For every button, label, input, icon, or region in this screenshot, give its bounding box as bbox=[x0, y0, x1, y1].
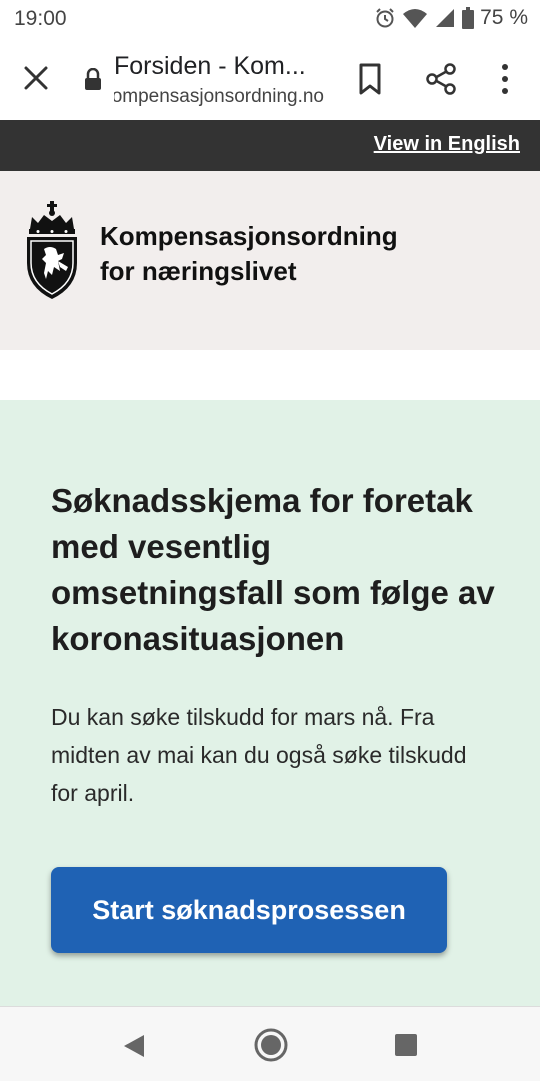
more-vert-icon[interactable] bbox=[494, 62, 516, 96]
home-icon[interactable] bbox=[253, 1027, 289, 1063]
site-name-line2: for næringslivet bbox=[100, 256, 297, 286]
close-icon[interactable] bbox=[20, 62, 52, 94]
site-header: Kompensasjonsordning for næringslivet bbox=[0, 171, 540, 350]
hero-title: Søknadsskjema for foretak med vesentlig … bbox=[51, 482, 495, 657]
status-bar: 19:00 75 % bbox=[0, 0, 540, 38]
lock-icon bbox=[85, 68, 101, 90]
site-name-line1: Kompensasjonsordning bbox=[100, 221, 398, 251]
hero-section: Søknadsskjema for foretak med vesentlig … bbox=[0, 400, 540, 1006]
hero-description: Du kan søke tilskudd for mars nå. Fra mi… bbox=[51, 704, 467, 806]
bookmark-icon[interactable] bbox=[356, 62, 384, 96]
back-icon[interactable] bbox=[122, 1033, 146, 1059]
signal-icon bbox=[436, 9, 455, 27]
alarm-icon bbox=[376, 8, 394, 28]
system-nav-bar bbox=[0, 1006, 540, 1081]
battery-icon bbox=[462, 7, 475, 29]
browser-toolbar: Forsiden - Kom... kompensasjonsordning.n… bbox=[0, 38, 540, 120]
view-in-english-link[interactable]: View in English bbox=[374, 133, 520, 156]
start-application-button[interactable]: Start søknadsprosessen bbox=[51, 867, 447, 953]
status-time: 19:00 bbox=[14, 7, 67, 30]
status-icons: 75 % bbox=[374, 6, 528, 30]
battery-percent: 75 % bbox=[480, 6, 528, 29]
url-field[interactable]: kompensasjonsordning.no bbox=[114, 86, 324, 108]
wifi-icon bbox=[403, 9, 428, 28]
site-name[interactable]: Kompensasjonsordning for næringslivet bbox=[100, 219, 520, 289]
language-bar: View in English bbox=[0, 120, 540, 171]
share-icon[interactable] bbox=[424, 62, 458, 96]
page-title[interactable]: Forsiden - Kom... bbox=[114, 52, 306, 81]
coat-of-arms-logo[interactable] bbox=[24, 201, 80, 301]
recent-apps-icon[interactable] bbox=[395, 1034, 417, 1056]
